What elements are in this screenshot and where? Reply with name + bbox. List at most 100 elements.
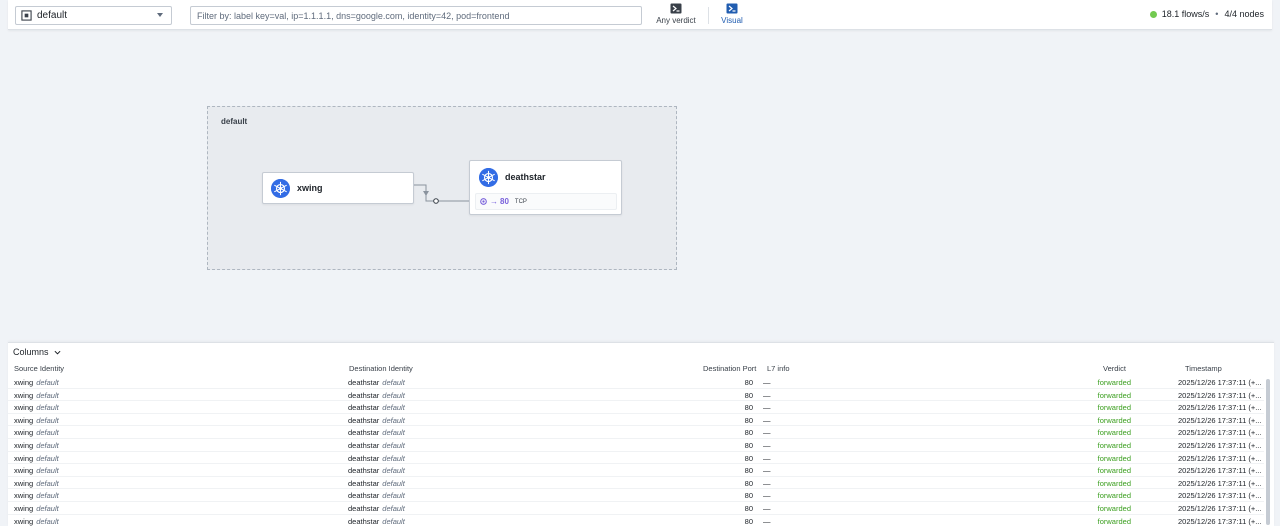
source-identity: xwing default	[14, 416, 59, 425]
visual-filter-icon	[726, 3, 738, 14]
verdict: forwarded	[1097, 478, 1131, 488]
service-card-deathstar[interactable]: deathstar → 80 TCP	[469, 160, 622, 215]
status-separator: •	[1215, 9, 1219, 19]
verdict-filter-button[interactable]: Any verdict	[652, 3, 700, 28]
header-verdict[interactable]: Verdict	[1103, 364, 1126, 373]
source-name: xwing	[14, 491, 34, 501]
service-name: xwing	[297, 183, 323, 193]
timestamp: 2025/12/26 17:37:11 (+...	[1178, 504, 1262, 513]
namespace-icon	[21, 10, 32, 21]
namespace-select[interactable]: default	[15, 6, 172, 25]
timestamp: 2025/12/26 17:37:11 (+...	[1178, 516, 1262, 526]
service-map-canvas[interactable]: default xwing deathstar → 80 TCP	[0, 31, 1280, 339]
service-card-xwing[interactable]: xwing	[262, 172, 414, 204]
header-destination-identity[interactable]: Destination Identity	[349, 364, 413, 373]
table-row[interactable]: xwing default deathstar default 80 — forwa…	[8, 439, 1264, 452]
l7-info: —	[763, 478, 771, 488]
port-connector-icon	[480, 198, 487, 205]
source-identity: xwing default	[14, 391, 59, 400]
table-row[interactable]: xwing default deathstar default 80 — forwa…	[8, 502, 1264, 515]
source-identity: xwing default	[14, 403, 59, 412]
namespace-value: default	[37, 10, 68, 21]
source-namespace: default	[36, 491, 59, 501]
table-row[interactable]: xwing default deathstar default 80 — forwa…	[8, 401, 1264, 414]
timestamp: 2025/12/26 17:37:11 (+...	[1178, 428, 1262, 438]
source-identity: xwing default	[14, 504, 59, 513]
destination-port: 80	[744, 453, 753, 463]
verdict: forwarded	[1097, 516, 1131, 526]
kubernetes-icon	[479, 168, 498, 187]
destination-namespace: default	[382, 441, 405, 450]
table-row[interactable]: xwing default deathstar default 80 — forwa…	[8, 389, 1264, 402]
header-l7-info[interactable]: L7 info	[767, 364, 790, 373]
destination-port: 80	[744, 491, 753, 501]
source-identity: xwing default	[14, 378, 59, 387]
source-identity: xwing default	[14, 517, 59, 526]
table-scrollbar[interactable]	[1266, 379, 1270, 525]
destination-identity: deathstar default	[348, 466, 405, 475]
destination-namespace: default	[382, 378, 405, 387]
top-bar: default Any verdict Visual 18.1 flows/s …	[8, 0, 1272, 30]
destination-name: deathstar	[348, 390, 380, 400]
visual-filter-button[interactable]: Visual	[716, 3, 748, 28]
l7-info: —	[763, 466, 771, 476]
source-identity: xwing default	[14, 454, 59, 463]
table-header: Source Identity Destination Identity Des…	[8, 363, 1264, 375]
table-row[interactable]: xwing default deathstar default 80 — forwa…	[8, 414, 1264, 427]
destination-name: deathstar	[348, 478, 380, 488]
verdict: forwarded	[1097, 453, 1131, 463]
destination-port: 80	[744, 390, 753, 400]
l7-info: —	[763, 516, 771, 526]
table-row[interactable]: xwing default deathstar default 80 — forwa…	[8, 452, 1264, 465]
destination-name: deathstar	[348, 466, 380, 476]
columns-button[interactable]: Columns	[13, 347, 61, 357]
table-row[interactable]: xwing default deathstar default 80 — forwa…	[8, 477, 1264, 490]
timestamp: 2025/12/26 17:37:11 (+...	[1178, 478, 1262, 488]
table-row[interactable]: xwing default deathstar default 80 — forwa…	[8, 464, 1264, 477]
kubernetes-icon	[271, 179, 290, 198]
destination-namespace: default	[382, 516, 405, 526]
table-row[interactable]: xwing default deathstar default 80 — forwa…	[8, 489, 1264, 502]
port-number: 80	[500, 197, 509, 206]
destination-identity: deathstar default	[348, 491, 405, 500]
destination-port: 80	[744, 428, 753, 438]
filter-input[interactable]	[190, 6, 642, 25]
l7-info: —	[763, 453, 771, 463]
verdict: forwarded	[1097, 466, 1131, 476]
destination-namespace: default	[382, 415, 405, 425]
destination-namespace: default	[382, 403, 405, 413]
timestamp: 2025/12/26 17:37:11 (+...	[1178, 378, 1262, 387]
nodes-count: 4/4 nodes	[1224, 9, 1264, 19]
verdict: forwarded	[1097, 504, 1131, 513]
l7-info: —	[763, 390, 771, 400]
destination-identity: deathstar default	[348, 517, 405, 526]
timestamp: 2025/12/26 17:37:11 (+...	[1178, 403, 1262, 413]
header-source-identity[interactable]: Source Identity	[14, 364, 64, 373]
chevron-down-icon	[54, 350, 61, 355]
destination-identity: deathstar default	[348, 441, 405, 450]
flows-panel: Columns Source Identity Destination Iden…	[8, 342, 1274, 526]
source-identity: xwing default	[14, 428, 59, 437]
timestamp: 2025/12/26 17:37:11 (+...	[1178, 441, 1262, 450]
destination-name: deathstar	[348, 428, 380, 438]
source-namespace: default	[36, 403, 59, 413]
header-destination-port[interactable]: Destination Port	[703, 364, 756, 373]
source-namespace: default	[36, 441, 59, 450]
table-row[interactable]: xwing default deathstar default 80 — forwa…	[8, 376, 1264, 389]
destination-name: deathstar	[348, 403, 380, 413]
table-row[interactable]: xwing default deathstar default 80 — forwa…	[8, 426, 1264, 439]
source-namespace: default	[36, 516, 59, 526]
source-namespace: default	[36, 428, 59, 438]
destination-port: 80	[744, 403, 753, 413]
destination-name: deathstar	[348, 504, 380, 513]
table-row[interactable]: xwing default deathstar default 80 — forwa…	[8, 515, 1264, 526]
header-timestamp[interactable]: Timestamp	[1185, 364, 1222, 373]
l7-info: —	[763, 415, 771, 425]
destination-port: 80	[744, 466, 753, 476]
timestamp: 2025/12/26 17:37:11 (+...	[1178, 466, 1262, 476]
verdict: forwarded	[1097, 441, 1131, 450]
endpoint-port-row: → 80 TCP	[475, 193, 617, 210]
source-namespace: default	[36, 390, 59, 400]
timestamp: 2025/12/26 17:37:11 (+...	[1178, 390, 1262, 400]
source-identity: xwing default	[14, 491, 59, 500]
